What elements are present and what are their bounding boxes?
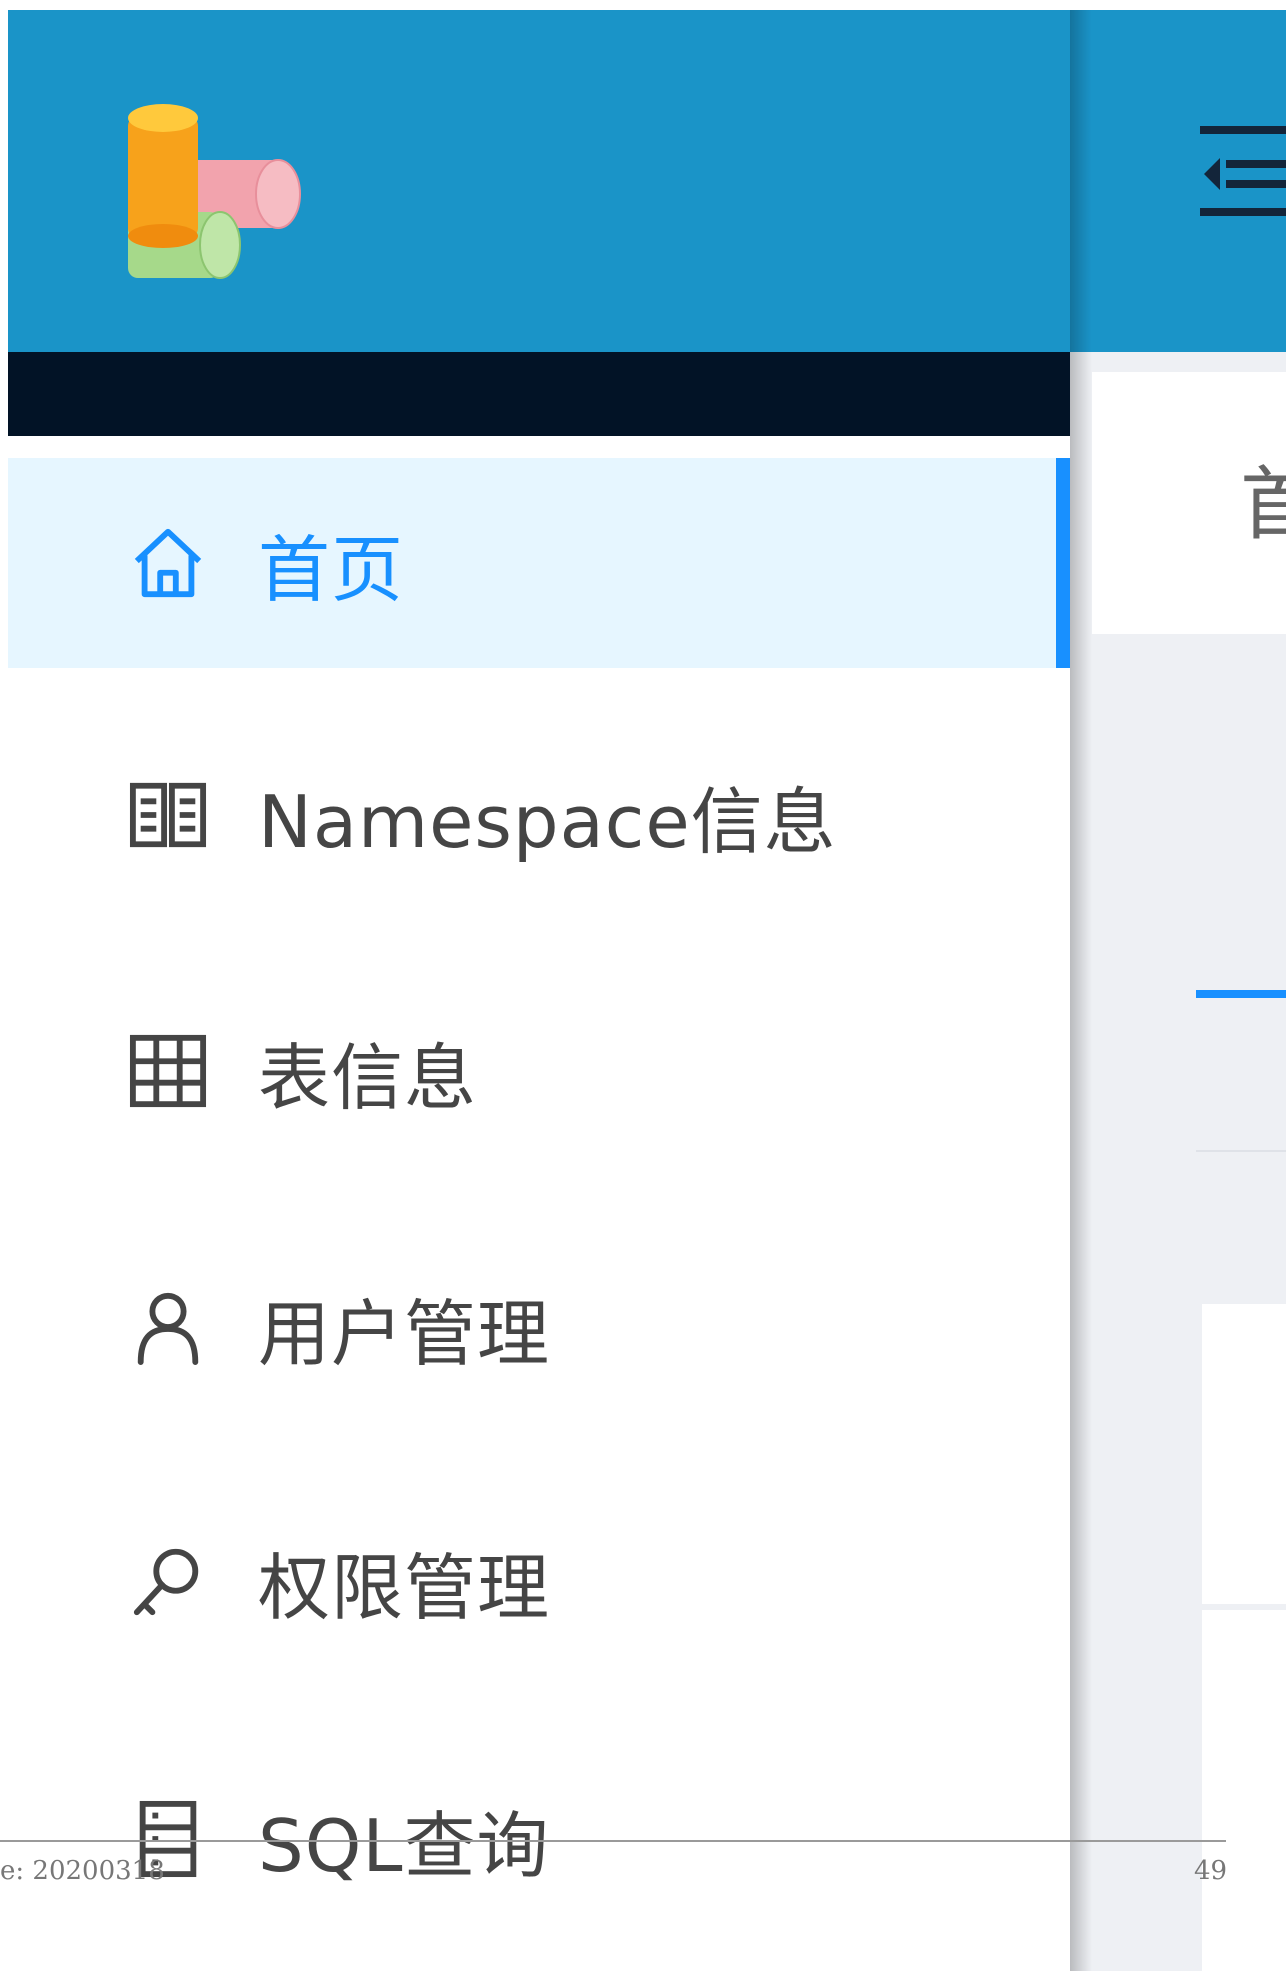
active-tab-indicator	[1196, 990, 1286, 998]
logo-bar	[8, 10, 1070, 352]
sidebar-item-users[interactable]: 用户管理	[8, 1222, 1070, 1432]
sidebar: 首页 Namespace信息 表信息 用户管理 权限管理 SQL查询	[8, 10, 1070, 1971]
user-icon	[128, 1287, 208, 1367]
sidebar-item-label: 表信息	[258, 1035, 478, 1120]
sidebar-item-label: 用户管理	[258, 1291, 551, 1376]
content-card	[1202, 1304, 1286, 1604]
content-card	[1202, 1610, 1286, 1971]
sidebar-item-home[interactable]: 首页	[8, 458, 1070, 668]
db-stack-logo-icon[interactable]	[128, 102, 308, 282]
key-icon	[128, 1541, 208, 1621]
sidebar-shadow	[1070, 10, 1092, 1971]
home-icon	[128, 523, 208, 603]
table-icon	[128, 1031, 208, 1111]
sidebar-divider-bar	[8, 352, 1070, 436]
footer-divider	[0, 1840, 1226, 1842]
breadcrumb-home-text[interactable]: 首	[1240, 440, 1286, 556]
sidebar-item-tables[interactable]: 表信息	[8, 966, 1070, 1176]
sidebar-item-namespace[interactable]: Namespace信息	[8, 710, 1070, 920]
page-number: 49	[1194, 1856, 1228, 1886]
sidebar-item-label: 权限管理	[258, 1545, 551, 1630]
tab-divider	[1196, 1150, 1286, 1152]
sidebar-item-label: Namespace信息	[258, 779, 837, 864]
sidebar-item-label: SQL查询	[258, 1803, 550, 1888]
book-icon	[128, 775, 208, 855]
sidebar-item-sql-query[interactable]: SQL查询	[8, 1734, 1070, 1944]
menu-fold-icon[interactable]	[1200, 120, 1286, 220]
footer-date: e: 20200318	[0, 1856, 165, 1886]
sidebar-item-permissions[interactable]: 权限管理	[8, 1476, 1070, 1686]
sidebar-item-label: 首页	[258, 527, 405, 612]
